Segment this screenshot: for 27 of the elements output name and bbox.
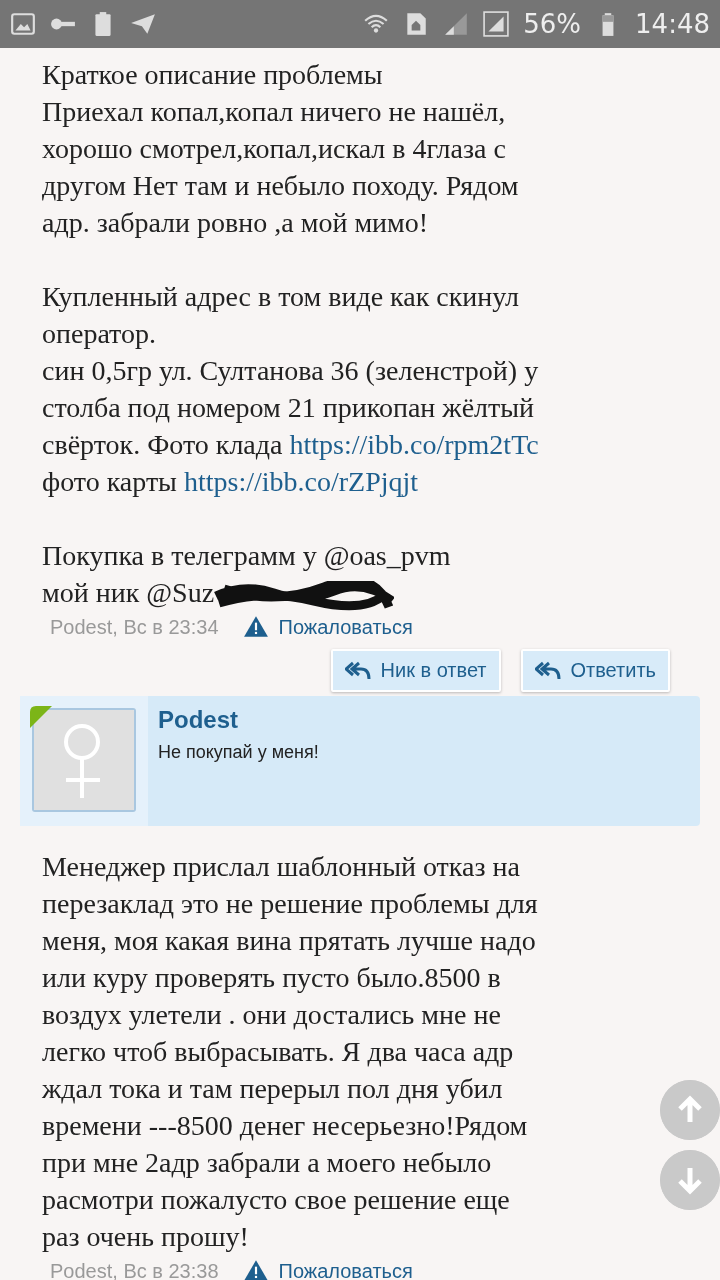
warning-icon xyxy=(242,614,269,640)
post-paragraph: Купленный адрес в том виде как скинул оператор. син 0,5гр ул. Султанова 36 (зеленстрой) у столба под номером 21 прикопан жёлтый свёрток. Фото клада https://ibb.co/rpm2tTc фото карты https://ibb.co/rZPjqjt xyxy=(42,280,539,499)
scroll-down-button[interactable] xyxy=(660,1150,720,1210)
post-paragraph: Менеджер прислал шаблонный отказ на перезаклад это не решение проблемы для меня, моя какая вина прятать лучше надо или куру проверять пусто было.8500 в воздух улетели . они достались мне не легко чтоб выбрасывать. Я два часа адр ждал тока и там перерыл пол дня убил времени ---8500 денег несерьезно!Рядом при мне 2адр забрали а моего небыло расмотри пожалусто свое решение еще раз очень прошу! xyxy=(42,850,538,1254)
reply-icon xyxy=(344,660,371,681)
clock: 14:48 xyxy=(635,9,710,39)
post-paragraph: Покупка в телеграмм у @oas_pvm мой ник @Suz xyxy=(42,537,451,611)
scribble-icon xyxy=(214,580,395,611)
report-link[interactable]: Пожаловаться xyxy=(278,1259,413,1280)
signal-icon xyxy=(483,11,510,37)
reply-button[interactable]: Ник в ответ xyxy=(330,649,501,692)
link[interactable]: https://ibb.co/rZPjqjt xyxy=(183,466,419,497)
reply-icon xyxy=(534,660,561,681)
corner-icon xyxy=(30,706,52,728)
signal-icon xyxy=(443,11,470,37)
report-link[interactable]: Пожаловаться xyxy=(278,615,413,639)
avatar-icon xyxy=(32,708,136,812)
link[interactable]: https://ibb.co/rpm2tTc xyxy=(289,429,539,460)
scroll-up-button[interactable] xyxy=(660,1080,720,1140)
quote-text: Не покупай у меня! xyxy=(158,742,319,763)
battery-percent: 56% xyxy=(523,9,582,39)
post-paragraph: Краткое описание проблемы Приехал копал,копал ничего не нашёл, хорошо смотрел,копал,искал в 4глаза с другом Нет там и небыло походу. Рядом адр. забрали ровно ,а мой мимо! xyxy=(42,58,519,240)
reply-button[interactable]: Ответить xyxy=(520,649,670,692)
post-meta: Podest, Вс в 23:34 xyxy=(50,615,219,639)
post-meta: Podest, Вс в 23:38 xyxy=(50,1259,219,1280)
image-icon xyxy=(10,11,36,37)
quote-author[interactable]: Podest xyxy=(158,706,319,734)
